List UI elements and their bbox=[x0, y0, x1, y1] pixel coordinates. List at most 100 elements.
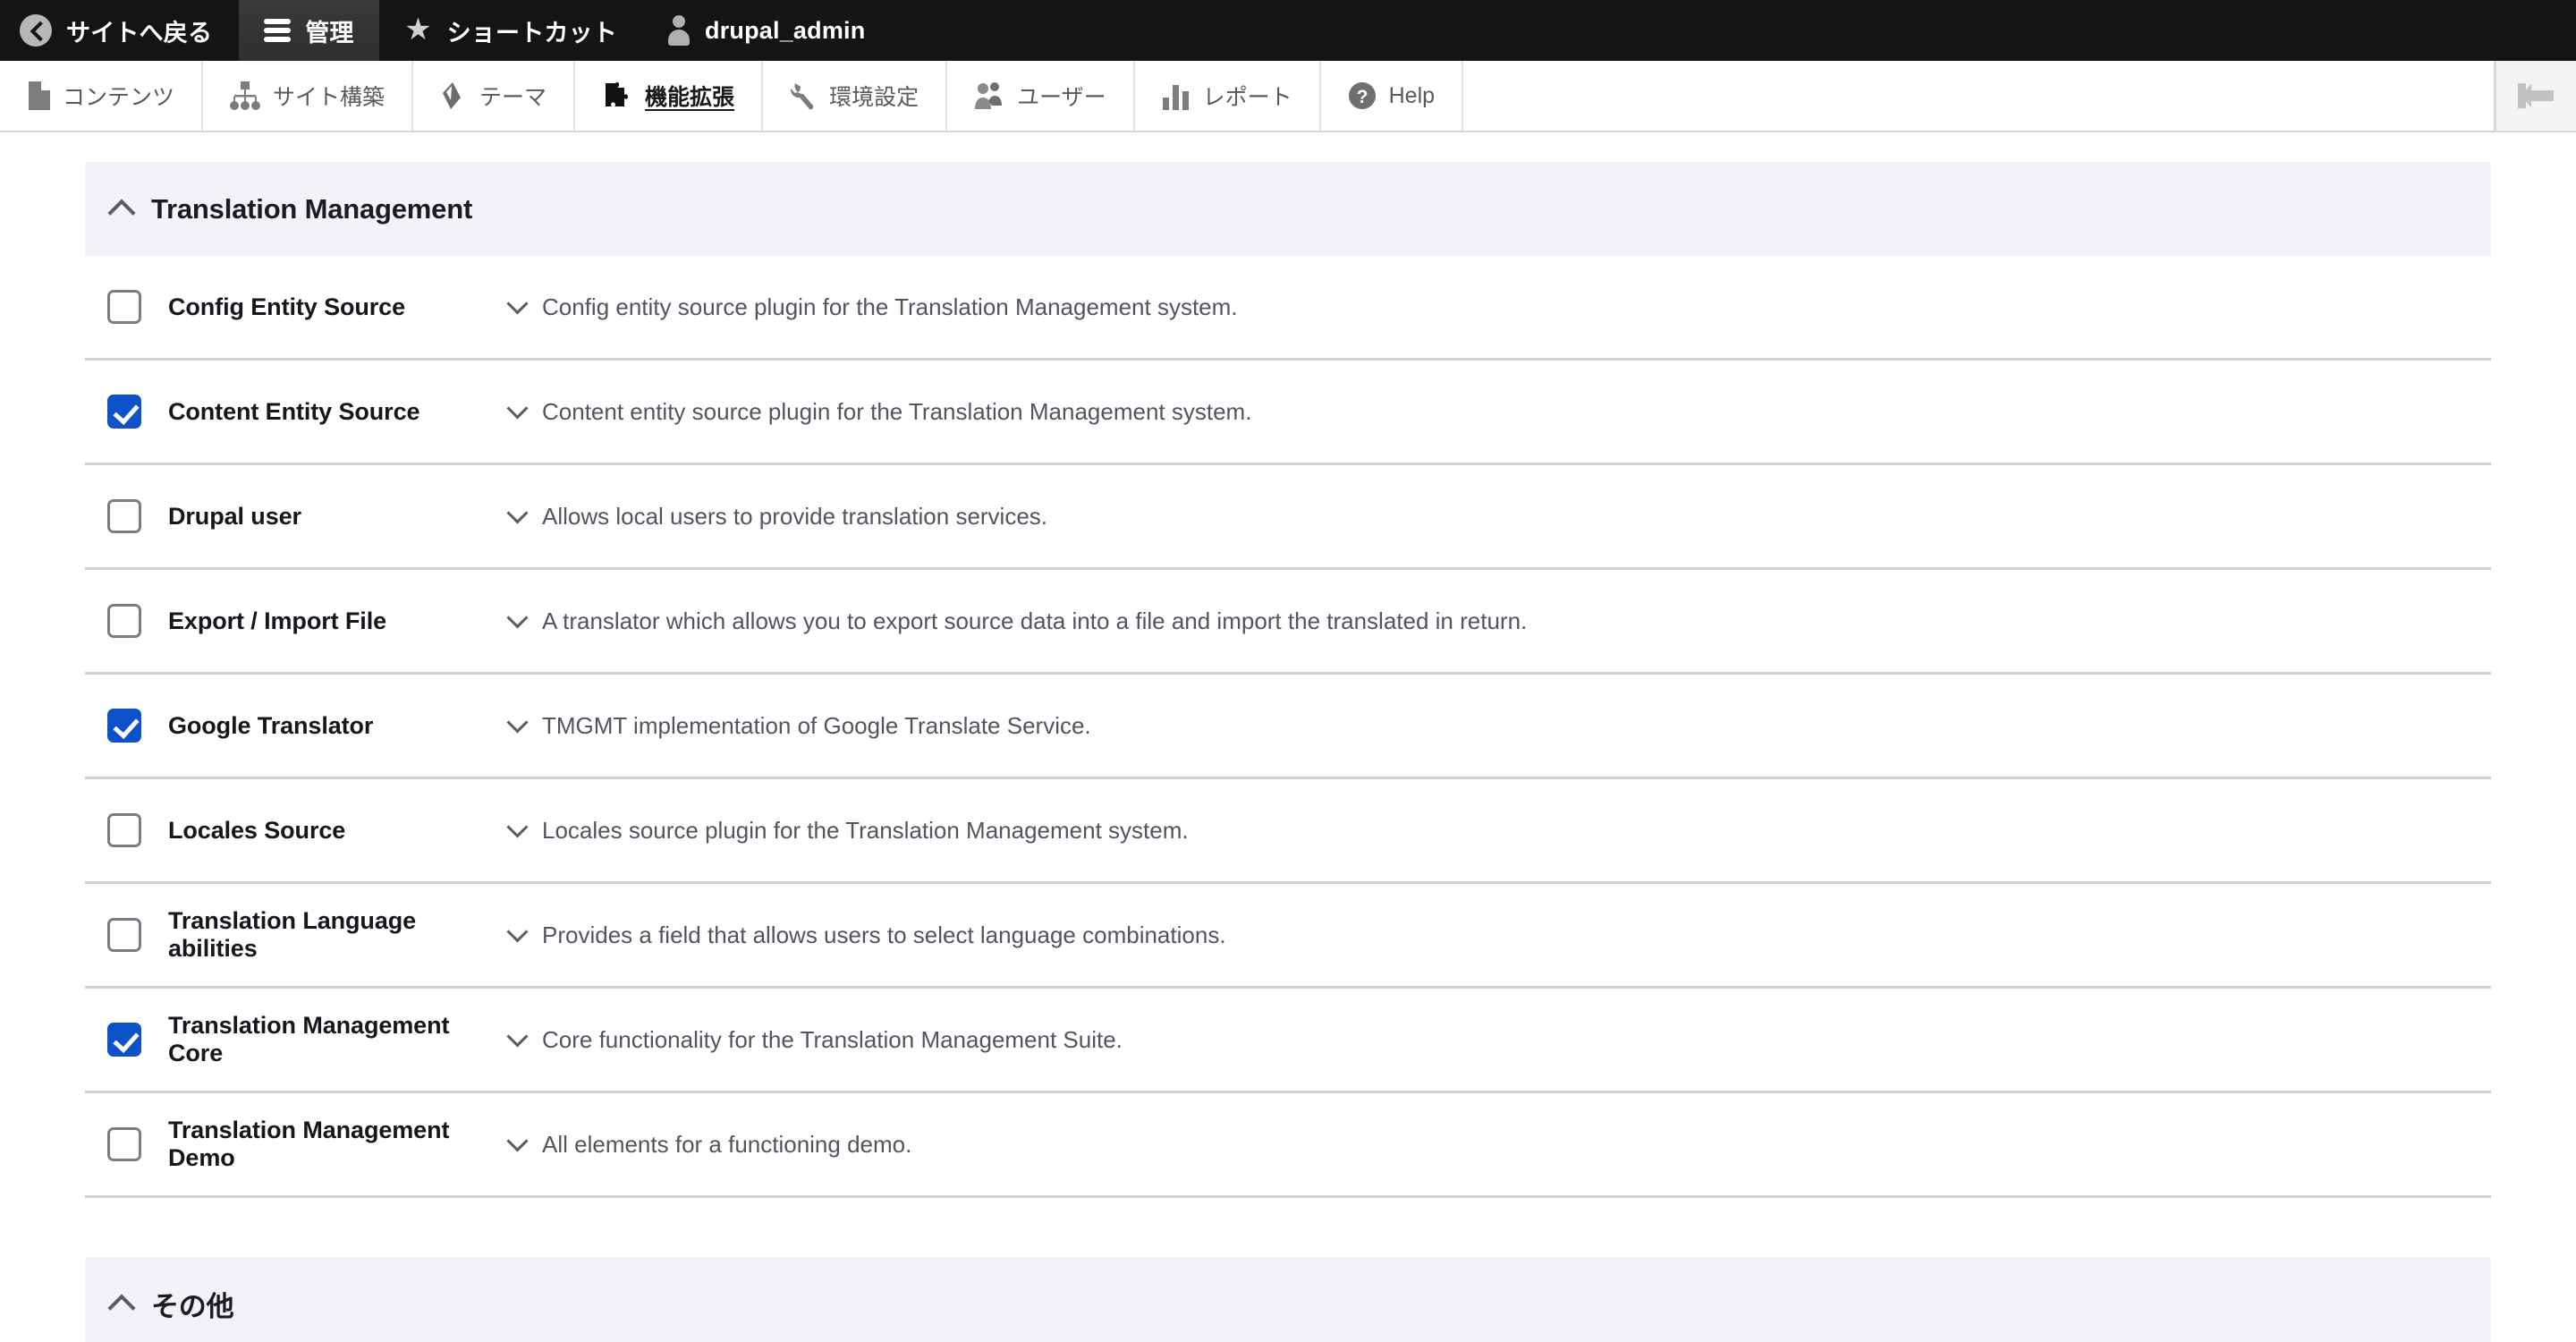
menu-item-label: 機能拡張 bbox=[645, 85, 735, 110]
structure-icon bbox=[230, 81, 261, 110]
menu-item-label: サイト構築 bbox=[273, 85, 386, 110]
menu-item-label: Help bbox=[1388, 82, 1436, 108]
chevron-down-icon[interactable] bbox=[506, 606, 529, 629]
module-row[interactable]: Drupal user Allows local users to provid… bbox=[85, 465, 2491, 570]
menu-item-label: ユーザー bbox=[1017, 85, 1106, 110]
module-description-cell: Content entity source plugin for the Tra… bbox=[506, 396, 2491, 426]
module-description: Content entity source plugin for the Tra… bbox=[542, 397, 1252, 425]
chevron-down-icon[interactable] bbox=[506, 815, 529, 838]
module-row[interactable]: Export / Import File A translator which … bbox=[85, 570, 2491, 675]
module-enable-checkbox[interactable] bbox=[107, 1127, 141, 1161]
wrench-icon bbox=[790, 83, 814, 110]
toolbar-tab-label: 管理 bbox=[305, 19, 354, 47]
module-row[interactable]: Translation Management Core Core functio… bbox=[85, 989, 2491, 1093]
toolbar-tab-label: ショートカット bbox=[446, 19, 618, 47]
module-row[interactable]: Google Translator TMGMT implementation o… bbox=[85, 675, 2491, 779]
module-description: Allows local users to provide translatio… bbox=[542, 502, 1048, 530]
module-name: Export / Import File bbox=[168, 607, 387, 634]
module-enable-cell bbox=[85, 1127, 168, 1161]
modules-list: Translation Management Config Entity Sou… bbox=[85, 132, 2491, 1342]
module-row[interactable]: Content Entity Source Content entity sou… bbox=[85, 361, 2491, 465]
module-description-cell: Locales source plugin for the Translatio… bbox=[506, 815, 2491, 845]
toolbar-tab-shortcuts[interactable]: ★ ショートカット bbox=[379, 0, 642, 61]
module-description: Locales source plugin for the Translatio… bbox=[542, 816, 1189, 844]
module-enable-cell bbox=[85, 1023, 168, 1057]
menu-item-configuration[interactable]: 環境設定 bbox=[763, 61, 948, 131]
package-header-translation-management[interactable]: Translation Management bbox=[85, 162, 2491, 256]
module-name: Locales Source bbox=[168, 816, 346, 844]
chevron-up-icon bbox=[107, 1293, 136, 1322]
menu-item-label: コンテンツ bbox=[63, 85, 175, 110]
module-row[interactable]: Config Entity Source Config entity sourc… bbox=[85, 256, 2491, 361]
module-enable-cell bbox=[85, 918, 168, 952]
chevron-down-icon[interactable] bbox=[506, 1024, 529, 1048]
menu-item-content[interactable]: コンテンツ bbox=[0, 61, 204, 131]
module-description: A translator which allows you to export … bbox=[542, 607, 1528, 634]
puzzle-icon bbox=[606, 81, 629, 106]
toolbar-tab-back-to-site[interactable]: サイトへ戻る bbox=[0, 0, 239, 61]
module-row[interactable]: Locales Source Locales source plugin for… bbox=[85, 779, 2491, 884]
module-name: Translation Management Core bbox=[168, 1012, 450, 1066]
module-enable-cell bbox=[85, 813, 168, 847]
module-enable-checkbox[interactable] bbox=[107, 395, 141, 429]
menu-item-label: 環境設定 bbox=[829, 85, 919, 110]
module-description: All elements for a functioning demo. bbox=[542, 1130, 912, 1158]
module-enable-checkbox[interactable] bbox=[107, 604, 141, 638]
module-description: Provides a field that allows users to se… bbox=[542, 921, 1226, 948]
menu-item-help[interactable]: ? Help bbox=[1321, 61, 1464, 131]
toolbar-tab-label: サイトへ戻る bbox=[66, 19, 213, 47]
menu-item-label: レポート bbox=[1202, 85, 1292, 110]
module-enable-checkbox[interactable] bbox=[107, 290, 141, 324]
chevron-down-icon[interactable] bbox=[506, 920, 529, 943]
module-enable-cell bbox=[85, 709, 168, 743]
chevron-down-icon[interactable] bbox=[506, 501, 529, 524]
module-enable-cell bbox=[85, 290, 168, 324]
collapse-toolbar-icon bbox=[2516, 81, 2557, 111]
module-row[interactable]: Translation Management Demo All elements… bbox=[85, 1093, 2491, 1198]
module-name: Content Entity Source bbox=[168, 397, 420, 425]
module-description: Core functionality for the Translation M… bbox=[542, 1025, 1123, 1053]
package-title: その他 bbox=[151, 1291, 234, 1322]
chevron-down-icon[interactable] bbox=[506, 1129, 529, 1152]
module-row[interactable]: Translation Language abilities Provides … bbox=[85, 884, 2491, 989]
module-enable-checkbox[interactable] bbox=[107, 813, 141, 847]
module-description-cell: Allows local users to provide translatio… bbox=[506, 501, 2491, 531]
people-icon bbox=[975, 82, 1003, 109]
module-enable-checkbox[interactable] bbox=[107, 709, 141, 743]
svg-text:?: ? bbox=[1356, 87, 1368, 107]
question-circle-icon: ? bbox=[1348, 82, 1376, 109]
module-enable-cell bbox=[85, 604, 168, 638]
module-description-cell: Config entity source plugin for the Tran… bbox=[506, 292, 2491, 321]
module-description: Config entity source plugin for the Tran… bbox=[542, 293, 1238, 320]
chevron-down-icon[interactable] bbox=[506, 292, 529, 315]
menu-item-extend[interactable]: 機能拡張 bbox=[575, 61, 764, 131]
package-header-other[interactable]: その他 bbox=[85, 1257, 2491, 1342]
chevron-down-icon[interactable] bbox=[506, 396, 529, 420]
menu-item-appearance[interactable]: テーマ bbox=[413, 61, 576, 131]
toolbar-tab-user-account[interactable]: drupal_admin bbox=[642, 0, 890, 61]
module-description: TMGMT implementation of Google Translate… bbox=[542, 711, 1091, 739]
bar-chart-icon bbox=[1162, 85, 1189, 110]
hamburger-icon bbox=[264, 19, 292, 42]
module-enable-checkbox[interactable] bbox=[107, 918, 141, 952]
module-name: Google Translator bbox=[168, 711, 374, 739]
package-title: Translation Management bbox=[151, 192, 473, 225]
menu-item-structure[interactable]: サイト構築 bbox=[203, 61, 414, 131]
module-enable-checkbox[interactable] bbox=[107, 499, 141, 533]
toolbar-orientation-toggle[interactable] bbox=[2494, 61, 2576, 131]
toolbar-tab-manage[interactable]: 管理 bbox=[239, 0, 379, 61]
menu-item-reports[interactable]: レポート bbox=[1135, 61, 1321, 131]
module-enable-cell bbox=[85, 395, 168, 429]
module-enable-checkbox[interactable] bbox=[107, 1023, 141, 1057]
menu-item-people[interactable]: ユーザー bbox=[947, 61, 1135, 131]
module-name: Config Entity Source bbox=[168, 293, 406, 320]
chevron-up-icon bbox=[107, 198, 136, 227]
chevron-down-icon[interactable] bbox=[506, 710, 529, 734]
module-description-cell: Core functionality for the Translation M… bbox=[506, 1024, 2491, 1054]
module-description-cell: TMGMT implementation of Google Translate… bbox=[506, 710, 2491, 740]
module-name: Drupal user bbox=[168, 502, 301, 530]
module-description-cell: A translator which allows you to export … bbox=[506, 606, 2491, 635]
admin-menu-bar: コンテンツ サイト構築 テーマ 機能拡張 環境設定 ユーザー レポート ? He… bbox=[0, 61, 2576, 132]
appearance-icon bbox=[443, 82, 462, 109]
